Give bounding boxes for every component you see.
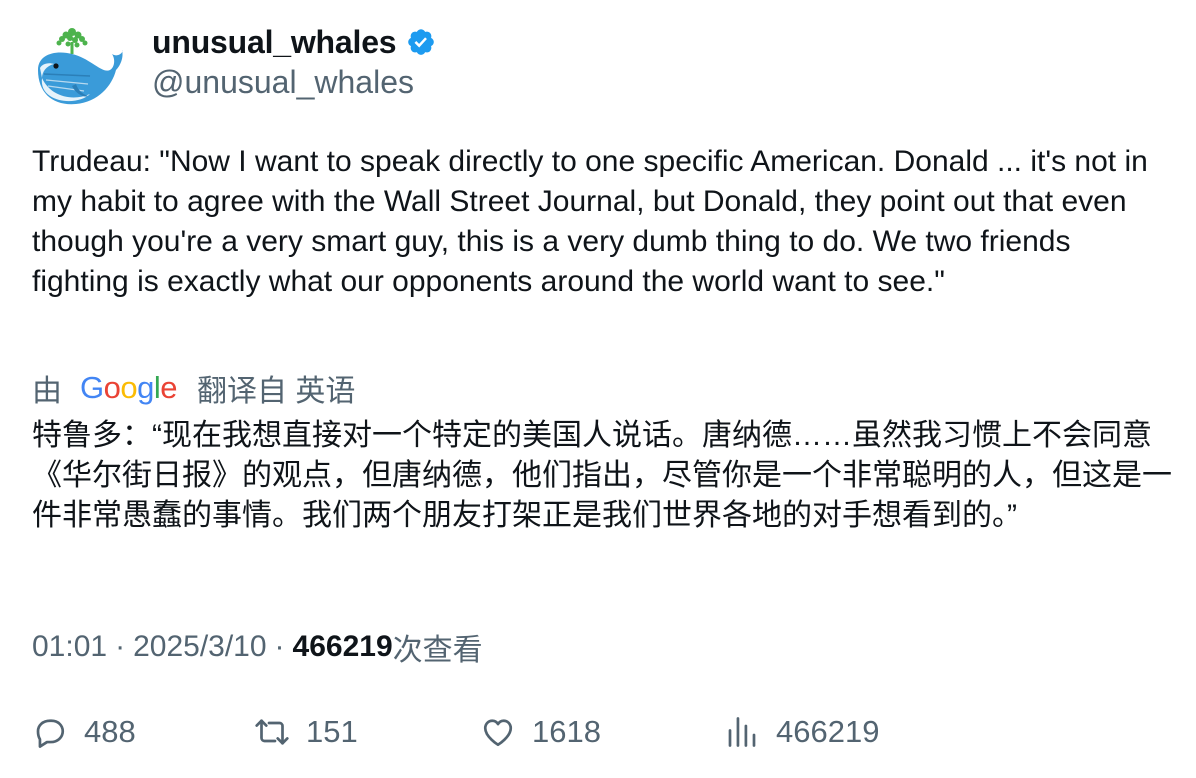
reply-icon: [36, 719, 65, 748]
display-name[interactable]: unusual_whales: [152, 24, 397, 61]
like-count: 1618: [532, 714, 601, 749]
meta-separator: ·: [115, 630, 126, 663]
reply-button[interactable]: 488: [32, 710, 136, 754]
user-handle[interactable]: @unusual_whales: [152, 64, 414, 101]
views-count: 466219: [776, 714, 880, 749]
translated-text: 特鲁多：“现在我想直接对一个特定的美国人说话。唐纳德……虽然我习惯上不会同意《华…: [32, 419, 1172, 532]
tweet-date[interactable]: 2025/3/10: [133, 630, 266, 664]
views-button[interactable]: 466219: [724, 710, 879, 754]
action-bar: 488 151 1618 466219: [32, 710, 1132, 754]
analytics-bar-icon: [728, 717, 756, 747]
translation-prefix: 由: [32, 375, 62, 408]
reply-count: 488: [84, 714, 136, 749]
verified-badge-icon: [408, 29, 435, 55]
translation-suffix: 翻译自 英语: [197, 375, 356, 408]
whale-logo[interactable]: [32, 24, 124, 116]
name-row: unusual_whales: [152, 24, 436, 60]
retweet-icon: [255, 719, 289, 745]
retweet-button[interactable]: 151: [254, 710, 358, 754]
tweet-header: unusual_whales @unusual_whales: [32, 24, 832, 114]
heart-icon: [483, 719, 513, 747]
meta-separator: ·: [274, 630, 285, 663]
google-logo: Google: [80, 370, 178, 405]
tweet-text: Trudeau: "Now I want to speak directly t…: [32, 145, 1148, 298]
tweet-meta: 01:01 · 2025/3/10 · 466219 次查看: [32, 625, 483, 669]
view-count-label: 次查看: [392, 634, 483, 667]
like-button[interactable]: 1618: [480, 710, 601, 754]
retweet-count: 151: [306, 714, 358, 749]
tweet-time[interactable]: 01:01: [32, 630, 107, 664]
view-count: 466219: [292, 630, 393, 663]
translation-attribution[interactable]: 由 Google 翻译自 英语: [32, 366, 355, 410]
